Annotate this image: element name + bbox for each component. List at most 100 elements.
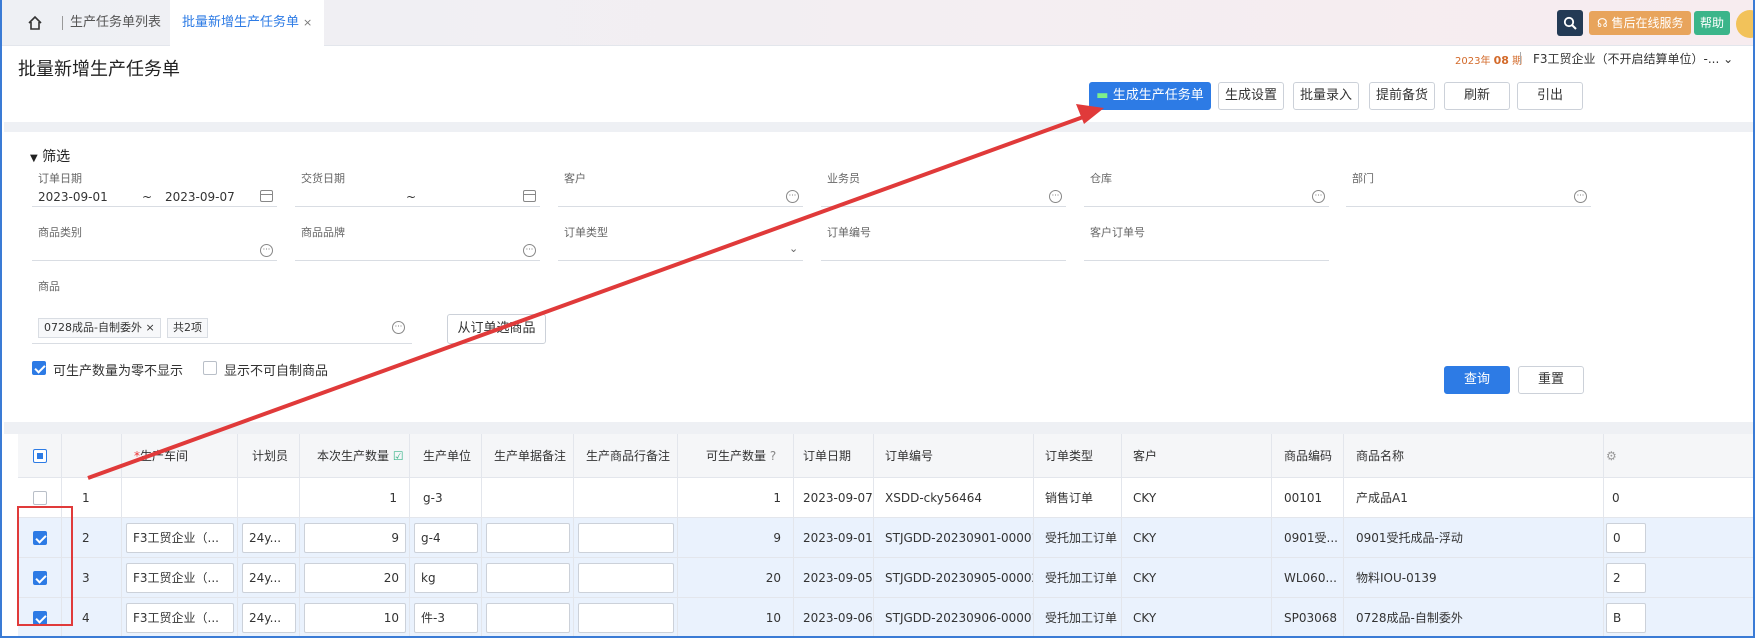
category-label: 商品类别 (38, 226, 82, 239)
note2-input[interactable] (578, 603, 674, 633)
hide-zero-checkbox[interactable] (32, 361, 46, 375)
planner-cell: 24y... (238, 518, 300, 558)
batch-entry-button[interactable]: 批量录入 (1293, 82, 1359, 110)
query-button[interactable]: 查询 (1444, 366, 1510, 394)
generate-task-button[interactable]: ▬ 生成生产任务单 (1089, 82, 1211, 110)
qty-cell: 1 (300, 478, 410, 518)
workshop-input[interactable]: F3工贸企业（... (126, 563, 234, 593)
tab-divider (62, 16, 63, 30)
note2-input[interactable] (578, 563, 674, 593)
order-date-from[interactable]: 2023-09-01 (38, 190, 108, 204)
order-date-to[interactable]: 2023-09-07 (165, 190, 235, 204)
header-select-cell (18, 434, 62, 478)
extra-input[interactable]: 0 (1606, 523, 1646, 553)
field-underline (295, 260, 540, 261)
refresh-button[interactable]: 刷新 (1444, 82, 1510, 110)
more-icon[interactable]: ··· (260, 244, 273, 257)
section-gap (4, 422, 1753, 434)
generate-settings-button[interactable]: 生成设置 (1218, 82, 1284, 110)
planner-input[interactable]: 24y... (242, 523, 296, 553)
product-count-tag: 共2项 (167, 318, 208, 338)
more-icon[interactable]: ··· (1312, 190, 1325, 203)
note1-input[interactable] (486, 523, 570, 553)
table-row[interactable]: 1 1 g-3 1 2023-09-07 XSDD-cky56464 销售订单 CKY 0010… (18, 478, 1753, 518)
extra-input[interactable]: 2 (1606, 563, 1646, 593)
extra-cell: 0 (1604, 518, 1753, 558)
select-from-order-button[interactable]: 从订单选商品 (447, 314, 546, 344)
code-cell: 00101 (1272, 478, 1344, 518)
row-index: 3 (62, 558, 122, 598)
more-icon[interactable]: ··· (1574, 190, 1587, 203)
select-all-checkbox[interactable] (33, 449, 47, 463)
customer-cell: CKY (1122, 598, 1272, 636)
unit-cell: g-3 (410, 478, 482, 518)
row-checkbox[interactable] (33, 491, 47, 505)
note1-cell (482, 478, 574, 518)
company-selector[interactable]: F3工贸企业（不开启结算单位）-... ⌄ (1533, 50, 1733, 67)
header-orderno: 订单编号 (874, 434, 1034, 478)
note2-cell (574, 478, 678, 518)
avail-cell: 1 (678, 478, 794, 518)
note2-input[interactable] (578, 523, 674, 553)
calendar-icon[interactable] (260, 190, 273, 202)
header-qty: 本次生产数量 ☑ (300, 434, 410, 478)
row-checkbox[interactable] (33, 611, 47, 625)
table-row[interactable]: 4 F3工贸企业（... 24y... 10 件-3 10 2023-09-06 STJGDD… (18, 598, 1753, 636)
date-cell: 2023-09-07 (794, 478, 874, 518)
product-label: 商品 (38, 280, 60, 293)
home-icon[interactable] (18, 10, 52, 36)
note1-input[interactable] (486, 603, 570, 633)
close-icon[interactable]: × (303, 16, 312, 29)
row-checkbox[interactable] (33, 531, 47, 545)
tab-production-list[interactable]: 生产任务单列表 (70, 0, 161, 46)
caret-down-icon: ▼ (30, 153, 38, 164)
search-button[interactable] (1557, 10, 1583, 36)
gear-icon[interactable]: ⚙ (1606, 449, 1617, 463)
header-note2: 生产商品行备注 (574, 434, 678, 478)
header-planner: 计划员 (238, 434, 300, 478)
chevron-down-icon[interactable]: ⌄ (789, 242, 798, 255)
extra-input[interactable]: B (1606, 603, 1646, 633)
tab-batch-add[interactable]: 批量新增生产任务单 × (170, 0, 325, 46)
note1-input[interactable] (486, 563, 570, 593)
filter-toggle[interactable]: ▼ 筛选 (30, 146, 70, 166)
calendar-icon[interactable] (523, 190, 536, 202)
close-icon[interactable]: × (145, 321, 154, 334)
header-unit: 生产单位 (410, 434, 482, 478)
show-nonself-checkbox[interactable] (203, 361, 217, 375)
workshop-input[interactable]: F3工贸企业（... (126, 603, 234, 633)
field-underline (1084, 206, 1329, 207)
field-underline (821, 260, 1066, 261)
unit-input[interactable]: g-4 (414, 523, 478, 553)
more-icon[interactable]: ··· (392, 321, 405, 334)
avatar[interactable] (1736, 10, 1753, 38)
field-underline (1084, 260, 1329, 261)
qty-input[interactable]: 10 (304, 603, 406, 633)
advance-stock-button[interactable]: 提前备货 (1369, 82, 1435, 110)
reset-button[interactable]: 重置 (1518, 366, 1584, 394)
more-icon[interactable]: ··· (1049, 190, 1062, 203)
select-cell (18, 598, 62, 636)
app-window: 生产任务单列表 批量新增生产任务单 × ☊ 售后在线服务 帮助 批量新增生产任务单… (0, 0, 1755, 638)
help-button[interactable]: 帮助 (1694, 11, 1730, 35)
table-row[interactable]: 3 F3工贸企业（... 24y... 20 kg 20 2023-09-05 STJGDD-… (18, 558, 1753, 598)
qty-input[interactable]: 20 (304, 563, 406, 593)
qty-input[interactable]: 9 (304, 523, 406, 553)
row-index: 4 (62, 598, 122, 636)
field-underline (558, 206, 803, 207)
workshop-input[interactable]: F3工贸企业（... (126, 523, 234, 553)
planner-input[interactable]: 24y... (242, 563, 296, 593)
orderno-cell: STJGDD-20230906-00001 (874, 598, 1034, 636)
more-icon[interactable]: ··· (523, 244, 536, 257)
order-type-label: 订单类型 (564, 226, 608, 239)
header-customer: 客户 (1122, 434, 1272, 478)
help-icon: ? (769, 449, 777, 463)
planner-input[interactable]: 24y... (242, 603, 296, 633)
row-checkbox[interactable] (33, 571, 47, 585)
export-button[interactable]: 引出 (1517, 82, 1583, 110)
after-sales-service-button[interactable]: ☊ 售后在线服务 (1589, 11, 1691, 35)
unit-input[interactable]: 件-3 (414, 603, 478, 633)
more-icon[interactable]: ··· (786, 190, 799, 203)
table-row[interactable]: 2 F3工贸企业（... 24y... 9 g-4 9 2023-09-01 STJGDD-2… (18, 518, 1753, 558)
unit-input[interactable]: kg (414, 563, 478, 593)
